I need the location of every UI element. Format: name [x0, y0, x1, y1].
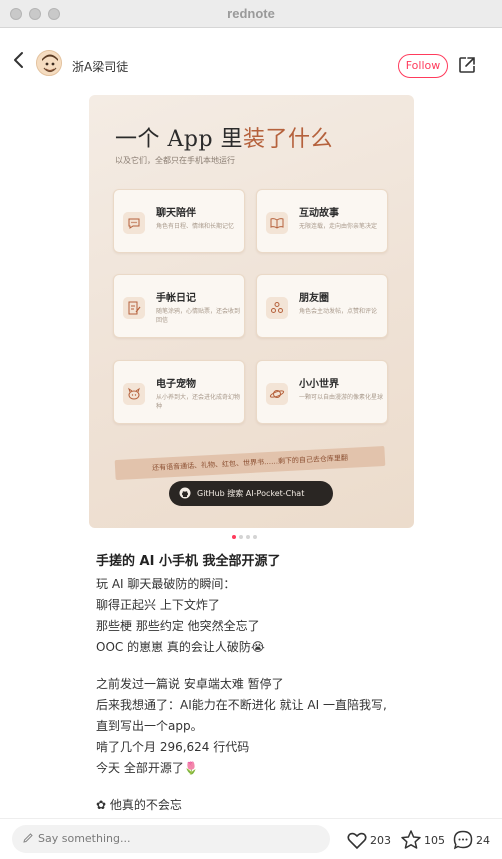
feature-title: 聊天陪伴	[156, 208, 196, 219]
post-image-card[interactable]: 一个 App 里装了什么 以及它们，全都只在手机本地运行 聊天陪伴 角色有日程、…	[89, 95, 414, 528]
github-button-label: GitHub 搜索 AI-Pocket-Chat	[197, 489, 305, 498]
comment-input[interactable]: Say something...	[12, 825, 330, 853]
app-title: rednote	[227, 6, 275, 21]
feature-card-pet: 电子宠物 从小养到大，还会进化成奇幻物种	[113, 360, 245, 424]
post-line: 直到写出一个app。	[96, 719, 203, 733]
post-line: 玩 AI 聊天最破防的瞬间：	[96, 577, 236, 591]
feature-desc: 角色会主动发帖，点赞和评论	[299, 308, 378, 315]
post-line: 啃了几个月 296,624 行代码	[96, 740, 250, 754]
feature-desc: 一颗可以自由漫游的像素化星球	[299, 394, 384, 401]
github-icon	[179, 487, 191, 499]
comment-count: 24	[476, 834, 490, 847]
share-icon[interactable]	[458, 56, 476, 74]
comment-button[interactable]: 24	[452, 829, 494, 851]
post-title: 手搓的 AI 小手机 我全部开源了	[96, 554, 281, 569]
github-search-button: GitHub 搜索 AI-Pocket-Chat	[169, 481, 333, 506]
window-titlebar: rednote	[0, 0, 502, 28]
back-arrow-icon[interactable]	[10, 50, 28, 70]
feature-card-chat: 聊天陪伴 角色有日程、情绪和长期记忆	[113, 189, 245, 253]
feature-title: 互动故事	[299, 208, 339, 219]
feature-title: 朋友圈	[299, 293, 329, 304]
card-title-main: 一个 App 里	[115, 127, 244, 152]
favorite-count: 105	[424, 834, 445, 847]
favorite-button[interactable]: 105	[400, 829, 446, 851]
post-line: 今天 全部开源了🌷	[96, 761, 199, 775]
comment-placeholder: Say something...	[38, 832, 131, 845]
comment-bubble-icon	[453, 830, 473, 850]
carousel-dot-active[interactable]	[232, 535, 236, 539]
feature-title: 手帐日记	[156, 293, 196, 304]
carousel-dot[interactable]	[253, 535, 257, 539]
card-subtitle: 以及它们，全都只在手机本地运行	[115, 156, 235, 165]
author-name[interactable]: 浙A梁司徒	[72, 58, 128, 75]
feature-desc: 无限连载，走向由你亲笔决定	[299, 223, 378, 230]
planet-icon	[266, 383, 288, 405]
feature-desc: 角色有日程、情绪和长期记忆	[156, 223, 235, 230]
feature-title: 电子宠物	[156, 379, 196, 390]
avatar[interactable]	[36, 50, 62, 76]
card-title: 一个 App 里装了什么	[115, 121, 333, 153]
bottom-action-bar: Say something... 203 105 24	[0, 818, 502, 859]
card-title-accent: 装了什么	[243, 127, 334, 152]
feature-card-world: 小小世界 一颗可以自由漫游的像素化星球	[256, 360, 388, 424]
feature-desc: 随笔涂鸦，心情贴票，还会收到回信	[156, 308, 241, 324]
feature-card-moments: 朋友圈 角色会主动发帖，点赞和评论	[256, 274, 388, 338]
journal-icon	[123, 297, 145, 319]
follow-button[interactable]: Follow	[398, 54, 448, 78]
post-line: 后来我想通了：AI能力在不断进化 就让 AI 一直陪我写,	[96, 698, 387, 712]
carousel-dot[interactable]	[239, 535, 243, 539]
chat-bubble-icon	[123, 212, 145, 234]
more-features-banner: 还有语音通话、礼物、红包、世界书……剩下的自己去仓库里翻	[114, 445, 386, 481]
carousel-dot[interactable]	[246, 535, 250, 539]
feature-title: 小小世界	[299, 379, 339, 390]
post-line: ✿ 他真的不会忘	[96, 798, 182, 812]
book-icon	[266, 212, 288, 234]
like-count: 203	[370, 834, 391, 847]
like-button[interactable]: 203	[346, 829, 392, 851]
post-line: 那些梗 那些约定 他突然全忘了	[96, 619, 260, 633]
feature-desc: 从小养到大，还会进化成奇幻物种	[156, 394, 241, 410]
post-header: 浙A梁司徒 Follow	[0, 28, 502, 90]
heart-icon	[347, 832, 367, 850]
friends-icon	[266, 297, 288, 319]
pet-icon	[123, 383, 145, 405]
post-line: 聊得正起兴 上下文炸了	[96, 598, 220, 612]
feature-card-story: 互动故事 无限连载，走向由你亲笔决定	[256, 189, 388, 253]
feature-card-journal: 手帐日记 随笔涂鸦，心情贴票，还会收到回信	[113, 274, 245, 338]
pencil-icon	[23, 833, 33, 843]
avatar-face-icon	[37, 51, 61, 75]
post-line: OOC 的崽崽 真的会让人破防😭	[96, 640, 265, 654]
post-line: 之前发过一篇说 安卓端太难 暂停了	[96, 677, 284, 691]
star-icon	[401, 830, 421, 849]
